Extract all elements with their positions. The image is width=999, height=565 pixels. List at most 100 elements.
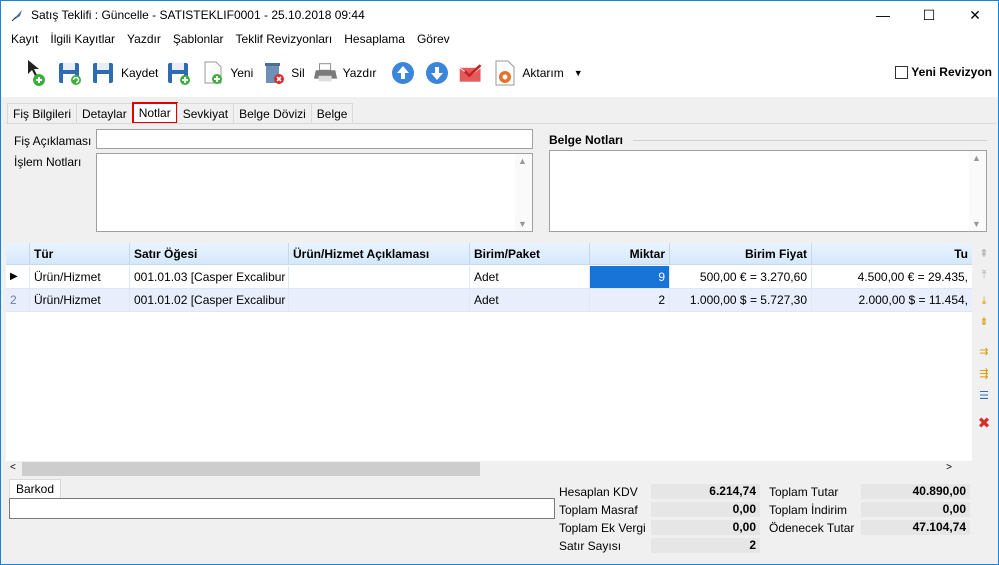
textarea-scrollbar[interactable]: ▲ ▼	[515, 154, 532, 231]
move-row-bottom-icon[interactable]: ⇟	[976, 313, 992, 329]
new-revision-label: Yeni Revizyon	[911, 65, 992, 79]
print-button[interactable]: Yazdır	[313, 55, 377, 91]
tab-notlar[interactable]: Notlar	[131, 102, 178, 124]
print-label: Yazdır	[342, 66, 377, 80]
menu-gorev[interactable]: Görev	[411, 29, 456, 49]
menu-teklif-revizyonlari[interactable]: Teklif Revizyonları	[230, 29, 339, 49]
tab-belge-dovizi[interactable]: Belge Dövizi	[233, 103, 312, 124]
table-row[interactable]: ▶ Ürün/Hizmet 001.01.03 [Casper Excalibu…	[6, 266, 972, 289]
column-header-tutar[interactable]: Tu	[812, 243, 972, 265]
save-label: Kaydet	[121, 66, 159, 80]
grid-horizontal-scrollbar[interactable]: < >	[6, 461, 972, 477]
move-row-top-icon[interactable]: ⇞	[976, 245, 992, 261]
tab-fis-bilgileri[interactable]: Fiş Bilgileri	[7, 103, 78, 124]
column-header-tur[interactable]: Tür	[30, 243, 130, 265]
insert-list-icon[interactable]: ☰	[976, 387, 992, 403]
cell-miktar[interactable]: 2	[590, 289, 670, 311]
move-down-button[interactable]	[424, 55, 450, 91]
toolbar: Kaydet Yeni Sil Yazdır Aktarım ▼	[1, 49, 998, 97]
column-header-aciklama[interactable]: Ürün/Hizmet Açıklaması	[289, 243, 470, 265]
scroll-left-icon[interactable]: <	[10, 462, 16, 473]
column-header-satir-ogesi[interactable]: Satır Öğesi	[130, 243, 289, 265]
move-row-down-icon[interactable]: ⤓	[976, 293, 992, 309]
scroll-up-icon[interactable]: ▲	[518, 156, 527, 166]
cell-birim[interactable]: Adet	[470, 289, 590, 311]
toplam-tutar-value: 40.890,00	[861, 484, 970, 499]
scroll-down-icon[interactable]: ▼	[518, 219, 527, 229]
cell-aciklama[interactable]	[289, 266, 470, 288]
insert-row-icon[interactable]: ⇉	[976, 343, 992, 359]
maximize-button[interactable]: ☐	[906, 1, 952, 29]
islem-notlari-textarea[interactable]: ▲ ▼	[96, 153, 533, 232]
column-header-miktar[interactable]: Miktar	[590, 243, 670, 265]
close-button[interactable]: ✕	[952, 1, 998, 29]
toplam-indirim-label: Toplam İndirim	[769, 503, 848, 517]
odenecek-tutar-label: Ödenecek Tutar	[769, 521, 855, 535]
row-indicator: 2	[6, 289, 30, 311]
checkbox-box[interactable]	[895, 65, 909, 79]
menu-kayit[interactable]: Kayıt	[5, 29, 44, 49]
scrollbar-thumb[interactable]	[22, 462, 480, 476]
cell-satir-ogesi[interactable]: 001.01.02 [Casper Excalibur ...	[130, 289, 289, 311]
save-button[interactable]: Kaydet	[91, 55, 158, 91]
approve-button[interactable]	[458, 55, 484, 91]
table-row[interactable]: 2 Ürün/Hizmet 001.01.02 [Casper Excalibu…	[6, 289, 972, 312]
export-document-icon	[492, 58, 518, 88]
cell-satir-ogesi[interactable]: 001.01.03 [Casper Excalibur ...	[130, 266, 289, 288]
cell-birim-fiyat[interactable]: 500,00 € = 3.270,60	[670, 266, 812, 288]
hesaplan-kdv-label: Hesaplan KDV	[559, 485, 638, 499]
export-button[interactable]: Aktarım ▼	[492, 55, 583, 91]
cell-tur[interactable]: Ürün/Hizmet	[30, 266, 130, 288]
cell-tutar[interactable]: 4.500,00 € = 29.435,	[812, 266, 972, 288]
minimize-button[interactable]: —	[860, 1, 906, 29]
bottom-area: Barkod Hesaplan KDV 6.214,74 Toplam Masr…	[6, 479, 996, 564]
cell-tur[interactable]: Ürün/Hizmet	[30, 289, 130, 311]
save-new-button[interactable]	[166, 55, 192, 91]
insert-row-below-icon[interactable]: ⇶	[976, 365, 992, 381]
delete-row-icon[interactable]: ✖	[976, 415, 992, 432]
chevron-down-icon[interactable]: ▼	[574, 68, 583, 78]
tab-belge[interactable]: Belge	[310, 103, 354, 124]
toplam-masraf-value: 0,00	[651, 502, 760, 517]
toplam-indirim-value: 0,00	[861, 502, 970, 517]
scroll-up-icon[interactable]: ▲	[972, 153, 981, 163]
delete-label: Sil	[291, 66, 305, 80]
scroll-down-icon[interactable]: ▼	[972, 219, 981, 229]
cell-tutar[interactable]: 2.000,00 $ = 11.454,	[812, 289, 972, 311]
new-button[interactable]: Yeni	[200, 55, 253, 91]
tab-strip: Fiş Bilgileri Detaylar Notlar Sevkiyat B…	[7, 102, 354, 124]
move-row-up-icon[interactable]: ⤒	[976, 267, 992, 283]
barkod-input[interactable]	[9, 498, 555, 519]
move-up-button[interactable]	[390, 55, 416, 91]
new-label: Yeni	[230, 66, 254, 80]
cell-birim[interactable]: Adet	[470, 266, 590, 288]
cell-birim-fiyat[interactable]: 1.000,00 $ = 5.727,30	[670, 289, 812, 311]
tab-detaylar[interactable]: Detaylar	[76, 103, 133, 124]
toplam-tutar-label: Toplam Tutar	[769, 485, 839, 499]
save-refresh-button[interactable]	[57, 55, 83, 91]
cell-aciklama[interactable]	[289, 289, 470, 311]
menu-yazdir[interactable]: Yazdır	[121, 29, 167, 49]
scroll-right-icon[interactable]: >	[946, 462, 952, 473]
tab-barkod[interactable]: Barkod	[9, 479, 62, 498]
menu-hesaplama[interactable]: Hesaplama	[338, 29, 411, 49]
title-bar: Satış Teklifi : Güncelle - SATISTEKLIF00…	[1, 1, 998, 29]
menu-sablonlar[interactable]: Şablonlar	[167, 29, 230, 49]
floppy-icon	[91, 58, 117, 88]
new-revision-checkbox[interactable]: Yeni Revizyon	[895, 65, 992, 79]
tab-sevkiyat[interactable]: Sevkiyat	[176, 103, 235, 124]
cell-miktar-selected[interactable]: 9	[590, 266, 670, 288]
fis-aciklamasi-input[interactable]	[96, 129, 533, 149]
new-item-button[interactable]	[23, 55, 49, 91]
group-divider	[633, 140, 987, 141]
column-header-birim[interactable]: Birim/Paket	[470, 243, 590, 265]
textarea-scrollbar[interactable]: ▲ ▼	[969, 151, 986, 231]
menu-ilgili-kayitlar[interactable]: İlgili Kayıtlar	[44, 29, 121, 49]
belge-notlari-textarea[interactable]: ▲ ▼	[549, 150, 987, 232]
grid-header: Tür Satır Öğesi Ürün/Hizmet Açıklaması B…	[6, 243, 972, 265]
odenecek-tutar-value: 47.104,74	[861, 520, 970, 535]
satir-sayisi-label: Satır Sayısı	[559, 539, 622, 553]
delete-button[interactable]: Sil	[261, 55, 305, 91]
column-header-birim-fiyat[interactable]: Birim Fiyat	[670, 243, 812, 265]
satir-sayisi-value: 2	[651, 538, 760, 553]
